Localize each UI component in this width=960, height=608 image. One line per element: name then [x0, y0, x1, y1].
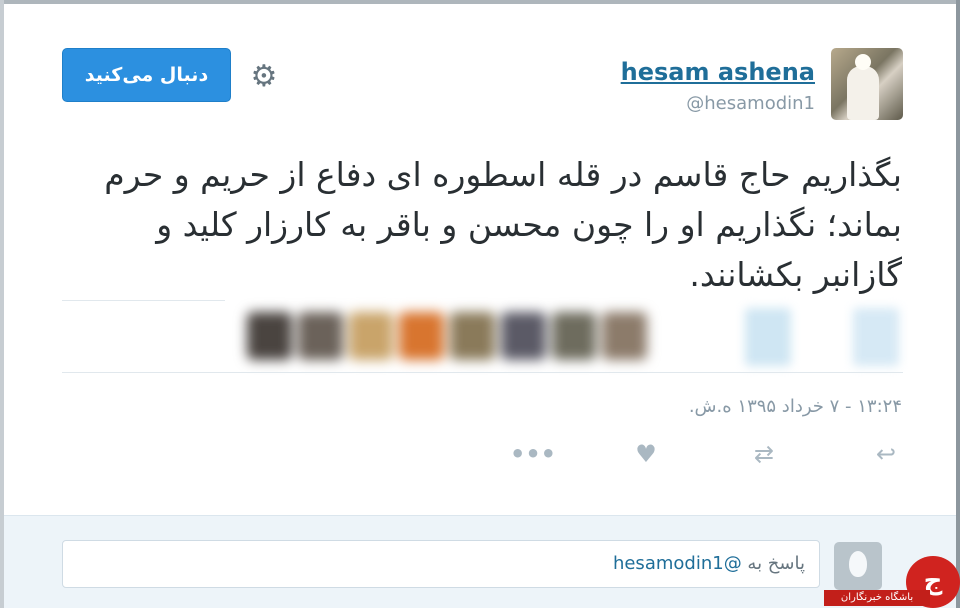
- liker-avatar[interactable]: [450, 312, 495, 360]
- engagement-stats: [225, 300, 903, 372]
- more-icon[interactable]: •••: [510, 440, 556, 468]
- top-border: [0, 0, 960, 4]
- divider-stats-left: [62, 300, 225, 301]
- tweet-timestamp[interactable]: ۱۳:۲۴ - ۷ خرداد ۱۳۹۵ ه.ش.: [689, 396, 902, 417]
- right-border: [956, 0, 960, 608]
- reply-mention: @hesamodin1: [612, 553, 742, 574]
- user-handle: @hesamodin1: [686, 93, 815, 114]
- reply-input[interactable]: پاسخ به @hesamodin1: [62, 540, 820, 588]
- tweet-text: بگذاریم حاج قاسم در قله اسطوره ای دفاع ا…: [104, 155, 902, 294]
- retweet-icon[interactable]: ⇄: [748, 440, 780, 468]
- following-button[interactable]: دنبال می‌کنید: [62, 48, 231, 102]
- tweet-page: دنبال می‌کنید ⚙ hesam ashena @hesamodin1…: [0, 0, 960, 608]
- likers-avatars-blurred: [247, 312, 647, 360]
- liker-avatar[interactable]: [551, 312, 597, 360]
- liker-avatar[interactable]: [500, 312, 546, 360]
- avatar-head: [855, 54, 871, 70]
- watermark-logo: ج باشگاه خبرنگاران: [824, 556, 960, 608]
- user-name-link[interactable]: hesam ashena: [621, 58, 815, 86]
- avatar-figure: [847, 66, 879, 120]
- watermark-caption: باشگاه خبرنگاران: [824, 590, 930, 606]
- liker-avatar[interactable]: [348, 312, 394, 360]
- divider-stats-bottom: [62, 372, 903, 373]
- likes-count-blurred: [745, 308, 791, 366]
- retweets-count-blurred: [853, 308, 899, 366]
- liker-avatar[interactable]: [247, 312, 292, 360]
- gear-icon[interactable]: ⚙: [249, 62, 279, 92]
- reply-icon[interactable]: ↩: [870, 440, 902, 468]
- liker-avatar[interactable]: [297, 312, 343, 360]
- heart-icon[interactable]: ♥: [630, 440, 662, 468]
- reply-prefix: پاسخ به: [747, 553, 805, 574]
- avatar[interactable]: [831, 48, 903, 120]
- liker-avatar[interactable]: [399, 312, 444, 360]
- liker-avatar[interactable]: [602, 312, 647, 360]
